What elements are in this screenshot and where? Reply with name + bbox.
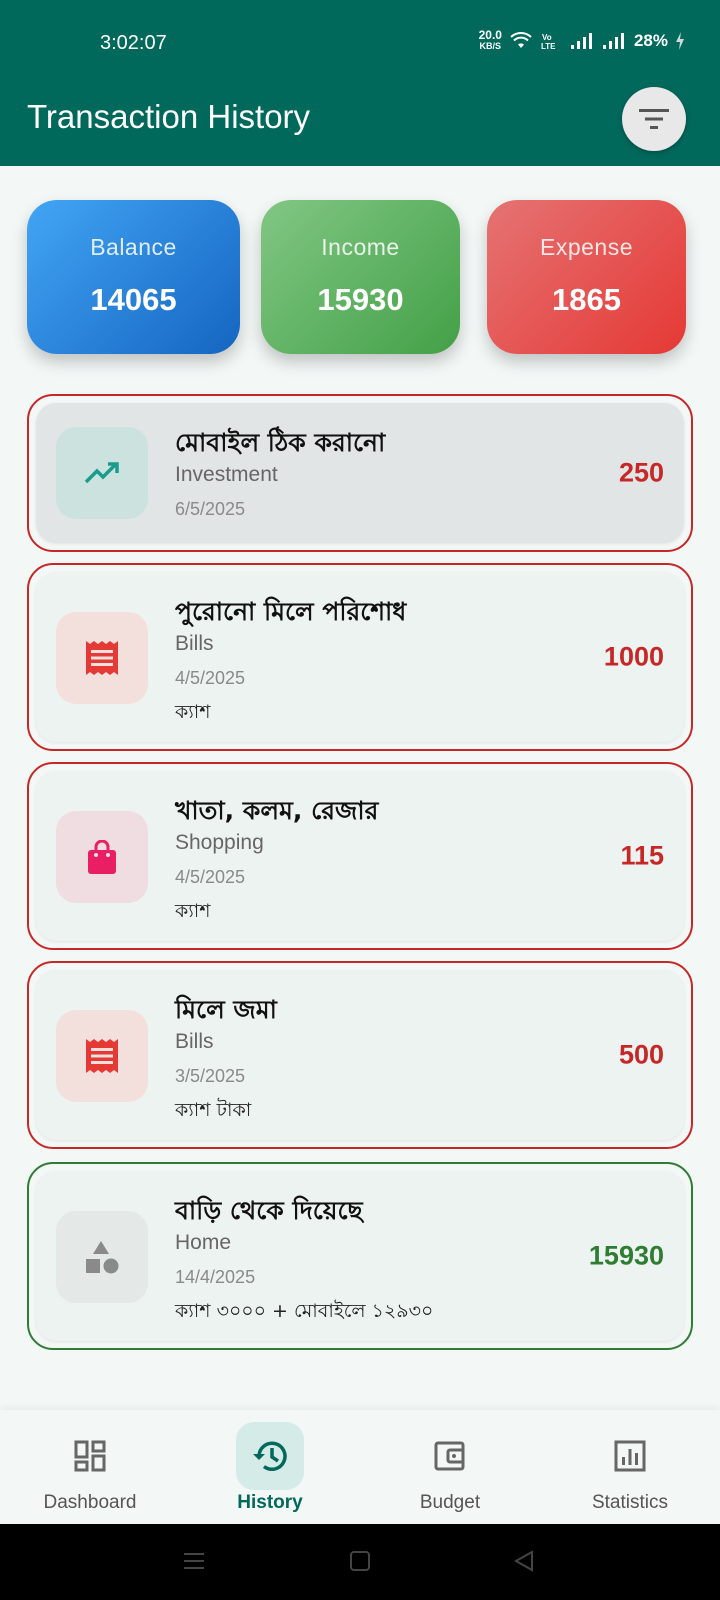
transaction-amount: 15930	[588, 1240, 664, 1271]
transaction-title: মোবাইল ঠিক করানো	[175, 428, 386, 457]
status-icons: 20.0 KB/S Vo LTE 28%	[478, 28, 684, 52]
transaction-icon-box	[56, 427, 148, 519]
nav-statistics[interactable]: Statistics	[560, 1422, 700, 1514]
transaction-amount: 1000	[603, 641, 664, 672]
receipt-icon	[86, 641, 118, 675]
wallet-icon	[434, 1441, 465, 1471]
nav-label: Dashboard	[43, 1492, 137, 1513]
transaction-note: ক্যাশ	[175, 701, 211, 723]
transaction-date: 4/5/2025	[175, 867, 246, 887]
nav-budget[interactable]: Budget	[380, 1422, 520, 1514]
transaction-amount: 115	[620, 840, 664, 871]
transaction-icon-box	[56, 612, 148, 704]
transaction-category: Home	[175, 1231, 232, 1254]
transaction-note: ক্যাশ	[175, 900, 211, 922]
nav-label: History	[237, 1492, 303, 1513]
battery-percent: 28%	[633, 31, 668, 50]
transaction-item[interactable]: মোবাইল ঠিক করানো Investment 6/5/2025 250	[27, 394, 693, 552]
transaction-note: ক্যাশ টাকা	[175, 1099, 252, 1121]
net-speed-unit: KB/S	[479, 41, 502, 51]
net-speed-value: 20.0	[478, 28, 502, 42]
transaction-icon-box	[56, 1010, 148, 1102]
transaction-card: বাড়ি থেকে দিয়েছে Home 14/4/2025 ক্যাশ …	[36, 1171, 684, 1341]
income-label: Income	[321, 234, 400, 260]
balance-value: 14065	[90, 282, 177, 317]
transaction-date: 4/5/2025	[175, 668, 246, 688]
balance-label: Balance	[90, 234, 177, 260]
nav-icon-container	[236, 1422, 304, 1490]
transaction-card: খাতা, কলম, রেজার Shopping 4/5/2025 ক্যাশ…	[36, 771, 684, 941]
nav-dashboard[interactable]: Dashboard	[20, 1422, 160, 1514]
nav-label: Statistics	[591, 1492, 669, 1513]
transaction-title: মিলে জমা	[175, 995, 277, 1024]
nav-icon-container	[56, 1422, 124, 1490]
back-icon[interactable]	[512, 1549, 536, 1573]
home-icon[interactable]	[348, 1549, 372, 1573]
expense-label: Expense	[539, 234, 633, 260]
income-value: 15930	[317, 282, 404, 317]
transaction-item[interactable]: বাড়ি থেকে দিয়েছে Home 14/4/2025 ক্যাশ …	[27, 1162, 693, 1350]
transaction-category: Shopping	[175, 831, 264, 854]
bottom-navigation: Dashboard History Budget Statistics	[0, 1410, 720, 1524]
transaction-date: 14/4/2025	[175, 1267, 256, 1287]
transaction-note: ক্যাশ ৩০০০ + মোবাইলে ১২৯৩০	[175, 1300, 434, 1322]
transaction-amount: 250	[618, 457, 664, 488]
nav-icon-container	[596, 1422, 664, 1490]
app-header: 3:02:07 20.0 KB/S Vo LTE 28% Transaction …	[0, 0, 720, 166]
transaction-amount: 500	[618, 1039, 664, 1070]
trending-up-icon	[84, 462, 119, 484]
svg-text:Vo: Vo	[542, 33, 552, 42]
transaction-card: মিলে জমা Bills 3/5/2025 ক্যাশ টাকা 500	[36, 970, 684, 1140]
income-card: Income 15930	[261, 200, 460, 354]
transaction-title: খাতা, কলম, রেজার	[175, 796, 379, 825]
transaction-title: বাড়ি থেকে দিয়েছে	[175, 1196, 363, 1225]
nav-history[interactable]: History	[200, 1422, 340, 1514]
signal-icon	[570, 33, 592, 49]
receipt-icon	[86, 1039, 118, 1073]
nav-label: Budget	[419, 1492, 481, 1513]
recents-icon[interactable]	[182, 1549, 206, 1573]
bar-chart-icon	[614, 1440, 646, 1472]
transaction-item[interactable]: খাতা, কলম, রেজার Shopping 4/5/2025 ক্যাশ…	[27, 762, 693, 950]
expense-card: Expense 1865	[487, 200, 686, 354]
transaction-card: পুরোনো মিলে পরিশোধ Bills 4/5/2025 ক্যাশ …	[36, 572, 684, 742]
system-navigation-bar	[0, 1524, 720, 1600]
svg-text:LTE: LTE	[541, 42, 556, 51]
transaction-title: পুরোনো মিলে পরিশোধ	[175, 597, 407, 626]
transaction-item[interactable]: মিলে জমা Bills 3/5/2025 ক্যাশ টাকা 500	[27, 961, 693, 1149]
status-time: 3:02:07	[100, 32, 167, 54]
filter-button[interactable]	[622, 87, 686, 151]
transaction-category: Bills	[175, 632, 214, 655]
summary-cards: Balance 14065 Income 15930 Expense 1865	[0, 200, 720, 356]
dashboard-icon	[74, 1440, 106, 1472]
nav-icon-container	[416, 1422, 484, 1490]
expense-value: 1865	[552, 282, 621, 317]
transaction-item[interactable]: পুরোনো মিলে পরিশোধ Bills 4/5/2025 ক্যাশ …	[27, 563, 693, 751]
category-shapes-icon	[86, 1241, 119, 1274]
transaction-date: 6/5/2025	[175, 499, 246, 519]
transaction-card: মোবাইল ঠিক করানো Investment 6/5/2025 250	[36, 403, 684, 543]
transaction-category: Investment	[175, 463, 278, 486]
volte-icon: VoLTE	[541, 33, 556, 51]
history-icon	[253, 1441, 287, 1471]
net-speed: 20.0 KB/S	[478, 28, 502, 52]
charging-icon	[676, 32, 684, 50]
page-title: Transaction History	[27, 98, 311, 135]
transaction-category: Bills	[175, 1030, 214, 1053]
transaction-date: 3/5/2025	[175, 1066, 246, 1086]
transaction-icon-box	[56, 811, 148, 903]
signal-icon-2	[602, 33, 624, 49]
shopping-bag-icon	[88, 840, 116, 874]
balance-card: Balance 14065	[27, 200, 240, 354]
transaction-icon-box	[56, 1211, 148, 1303]
filter-list-icon	[639, 109, 669, 129]
wifi-icon	[510, 32, 532, 48]
